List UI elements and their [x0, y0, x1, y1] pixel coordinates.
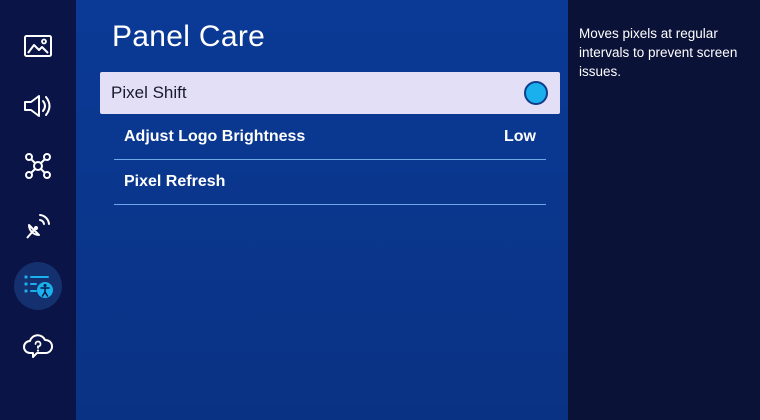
rail-item-broadcasting[interactable] — [14, 202, 62, 250]
description-text: Moves pixels at regular intervals to pre… — [579, 26, 738, 79]
accessibility-general-icon — [22, 272, 54, 300]
menu-item-label: Pixel Shift — [111, 83, 187, 102]
settings-category-rail — [0, 0, 76, 420]
toggle-on-indicator[interactable] — [524, 81, 548, 105]
picture-icon — [23, 33, 53, 59]
menu-item-pixel-shift[interactable]: Pixel Shift — [100, 72, 560, 114]
rail-item-support[interactable] — [14, 322, 62, 370]
connection-icon — [24, 152, 52, 180]
rail-item-sound[interactable] — [14, 82, 62, 130]
menu-item-label: Adjust Logo Brightness — [124, 128, 306, 145]
description-panel: Moves pixels at regular intervals to pre… — [568, 0, 760, 420]
rail-item-picture[interactable] — [14, 22, 62, 70]
page-title: Panel Care — [112, 20, 266, 53]
rail-item-general[interactable] — [14, 262, 62, 310]
menu-item-value: Low — [504, 128, 536, 145]
sound-icon — [22, 93, 54, 119]
menu-item-label: Pixel Refresh — [124, 173, 226, 190]
menu-item-pixel-refresh[interactable]: Pixel Refresh — [114, 160, 546, 205]
panel-care-menu: Panel Care Pixel Shift Adjust Logo Brigh… — [76, 0, 568, 420]
broadcasting-icon — [23, 211, 53, 241]
menu-item-adjust-logo-brightness[interactable]: Adjust Logo Brightness Low — [114, 115, 546, 160]
support-icon — [22, 332, 54, 360]
tv-settings-screen: Panel Care Pixel Shift Adjust Logo Brigh… — [0, 0, 760, 420]
rail-item-connection[interactable] — [14, 142, 62, 190]
